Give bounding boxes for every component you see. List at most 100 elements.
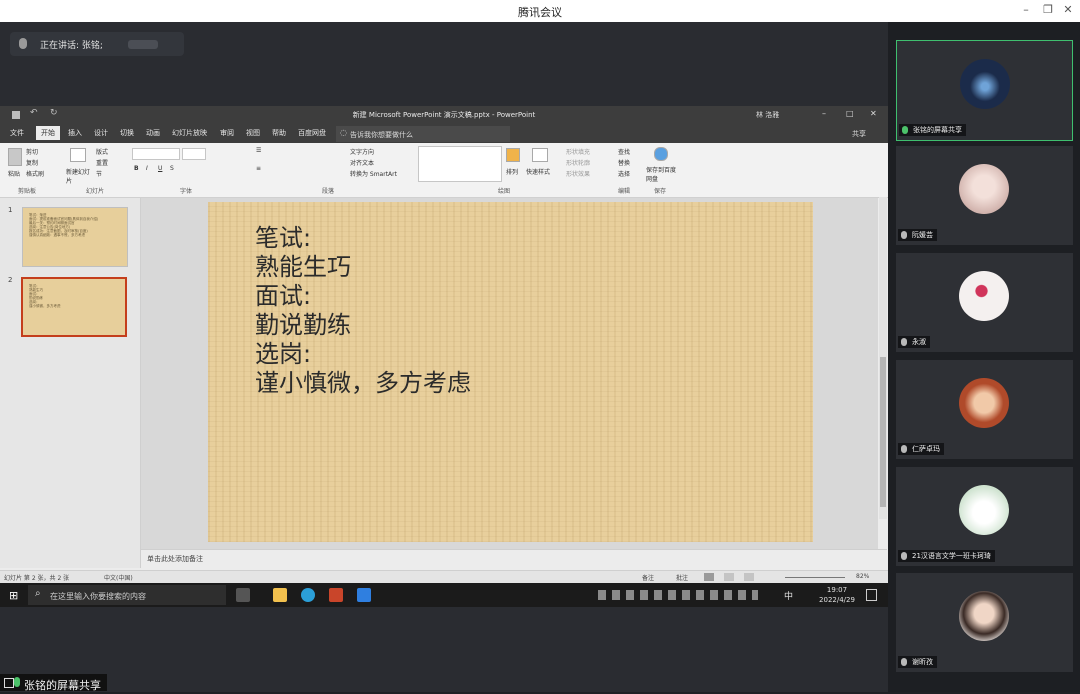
tell-me-box[interactable]: ◌ 告诉我你想要做什么	[336, 126, 510, 142]
speaking-indicator: 正在讲话: 张铭;	[10, 32, 184, 56]
avatar	[959, 378, 1009, 428]
strike-icon[interactable]: S	[170, 165, 174, 172]
save-baidu-button[interactable]: 保存到百度网盘	[646, 165, 678, 183]
ppt-close-icon[interactable]: ✕	[870, 109, 877, 118]
participant-tile[interactable]: 谢昕孜	[896, 573, 1073, 672]
participant-name: 仁萨卓玛	[912, 445, 940, 453]
tab-baidu[interactable]: 百度网盘	[298, 128, 326, 138]
ppt-restore-icon[interactable]: □	[846, 109, 854, 118]
tab-slideshow[interactable]: 幻灯片放映	[172, 128, 207, 138]
new-slide-button[interactable]: 新建幻灯片	[66, 167, 92, 185]
participant-name-tag: 永淑	[898, 336, 930, 348]
restore-icon[interactable]: ❐	[1040, 3, 1056, 16]
tab-animations[interactable]: 动画	[146, 128, 160, 138]
tab-transitions[interactable]: 切换	[120, 128, 134, 138]
windows-start-icon[interactable]: ⊞	[9, 589, 18, 602]
tab-view[interactable]: 视图	[246, 128, 260, 138]
participant-tile[interactable]: 21汉语言文学一班卡珂琦	[896, 467, 1073, 566]
powerpoint-icon[interactable]	[329, 588, 343, 602]
ime-indicator[interactable]: 中	[784, 589, 793, 602]
ppt-title-bar: ↶ ↻ 新建 Microsoft PowerPoint 演示文稿.pptx - …	[0, 106, 888, 125]
ppt-minimize-icon[interactable]: –	[822, 109, 826, 118]
close-icon[interactable]: ✕	[1060, 3, 1076, 16]
cut-button[interactable]: 剪切	[26, 147, 38, 156]
shape-outline-button[interactable]: 形状轮廓	[566, 158, 590, 167]
tab-insert[interactable]: 插入	[68, 128, 82, 138]
bold-icon[interactable]: B	[134, 165, 139, 172]
group-clipboard: 剪贴板	[18, 188, 37, 195]
paste-button[interactable]: 粘贴	[8, 169, 20, 178]
participant-tile[interactable]: 仁萨卓玛	[896, 360, 1073, 459]
layout-button[interactable]: 版式	[96, 147, 108, 156]
tab-design[interactable]: 设计	[94, 128, 108, 138]
language-status[interactable]: 中文(中国)	[104, 573, 133, 582]
system-tray-icons[interactable]	[598, 590, 758, 600]
paste-icon[interactable]	[8, 148, 22, 166]
screen-share-icon	[4, 678, 14, 688]
tab-review[interactable]: 审阅	[220, 128, 234, 138]
reading-view-icon[interactable]	[744, 573, 754, 581]
text-direction-button[interactable]: 文字方向	[350, 147, 374, 156]
participant-tile[interactable]: 永淑	[896, 253, 1073, 352]
taskbar-search[interactable]: ⌕ 在这里输入你要搜索的内容	[28, 585, 226, 605]
participant-name: 21汉语言文学一班卡珂琦	[912, 552, 991, 560]
scrollbar-thumb[interactable]	[880, 357, 886, 507]
arrange-icon[interactable]	[506, 148, 520, 162]
notes-toggle[interactable]: 备注	[642, 573, 654, 582]
app-title: 腾讯会议	[518, 6, 562, 19]
new-slide-icon[interactable]	[70, 148, 86, 162]
align-text-button[interactable]: 对齐文本	[350, 158, 374, 167]
select-button[interactable]: 选择	[618, 169, 630, 178]
slide-thumbnail-2[interactable]: 笔试： 熟能生巧 面试： 勤说勤练 选岗： 谨小慎微，多方考虑	[21, 277, 127, 337]
italic-icon[interactable]: I	[146, 165, 148, 172]
font-name-select[interactable]	[132, 148, 180, 160]
find-button[interactable]: 查找	[618, 147, 630, 156]
font-size-select[interactable]	[182, 148, 206, 160]
shape-effects-button[interactable]: 形状效果	[566, 169, 590, 178]
slide-textbox[interactable]: 笔试: 熟能生巧 面试: 勤说勤练 选岗: 谨小慎微，多方考虑	[255, 224, 471, 398]
normal-view-icon[interactable]	[704, 573, 714, 581]
tab-file[interactable]: 文件	[10, 128, 24, 138]
comments-toggle[interactable]: 批注	[676, 573, 688, 582]
smartart-button[interactable]: 转换为 SmartArt	[350, 169, 397, 178]
replace-button[interactable]: 替换	[618, 158, 630, 167]
vertical-scrollbar[interactable]	[879, 197, 887, 519]
notes-pane[interactable]: 单击此处添加备注	[141, 549, 887, 568]
task-view-icon[interactable]	[236, 588, 250, 602]
baidu-cloud-icon[interactable]	[654, 147, 668, 161]
copy-button[interactable]: 复制	[26, 158, 38, 167]
tab-help[interactable]: 帮助	[272, 128, 286, 138]
audio-wave-icon	[128, 40, 158, 49]
section-button[interactable]: 节	[96, 169, 102, 178]
participant-tile[interactable]: 阮媛芸	[896, 146, 1073, 245]
zoom-level[interactable]: 82%	[856, 573, 869, 580]
reset-button[interactable]: 重置	[96, 158, 108, 167]
quick-styles-button[interactable]: 快速样式	[526, 167, 550, 176]
taskbar-clock[interactable]: 19:07 2022/4/29	[812, 585, 862, 605]
shapes-gallery[interactable]	[418, 146, 502, 182]
ppt-document-title: 新建 Microsoft PowerPoint 演示文稿.pptx - Powe…	[352, 111, 536, 119]
minimize-icon[interactable]: –	[1018, 3, 1034, 16]
notification-icon[interactable]	[866, 589, 877, 601]
bullets-icon[interactable]: ☰	[256, 147, 261, 154]
tab-home[interactable]: 开始	[36, 126, 60, 140]
share-button[interactable]: 共享	[852, 129, 866, 139]
ppt-user-name[interactable]: 林 洛雅	[756, 110, 779, 120]
current-slide[interactable]: 笔试: 熟能生巧 面试: 勤说勤练 选岗: 谨小慎微，多方考虑	[208, 202, 813, 542]
file-explorer-icon[interactable]	[273, 588, 287, 602]
group-slides: 幻灯片	[86, 188, 105, 195]
format-painter-button[interactable]: 格式刷	[26, 169, 44, 178]
mic-on-icon	[14, 677, 20, 687]
mic-icon	[901, 552, 907, 560]
zoom-slider[interactable]	[785, 577, 845, 578]
underline-icon[interactable]: U	[158, 165, 162, 172]
slide-sorter-icon[interactable]	[724, 573, 734, 581]
tencent-meeting-icon[interactable]	[357, 588, 371, 602]
arrange-button[interactable]: 排列	[506, 167, 518, 176]
slide-thumbnail-1[interactable]: 笔试：渐进 面试：提前准备面试官问题(具体到自我介绍) 最后一关：预约时间聊面试…	[22, 207, 128, 267]
quick-styles-icon[interactable]	[532, 148, 548, 162]
align-left-icon[interactable]: ≡	[256, 165, 261, 172]
participant-tile[interactable]: 张铭的屏幕共享	[896, 40, 1073, 141]
shape-fill-button[interactable]: 形状填充	[566, 147, 590, 156]
edge-icon[interactable]	[301, 588, 315, 602]
